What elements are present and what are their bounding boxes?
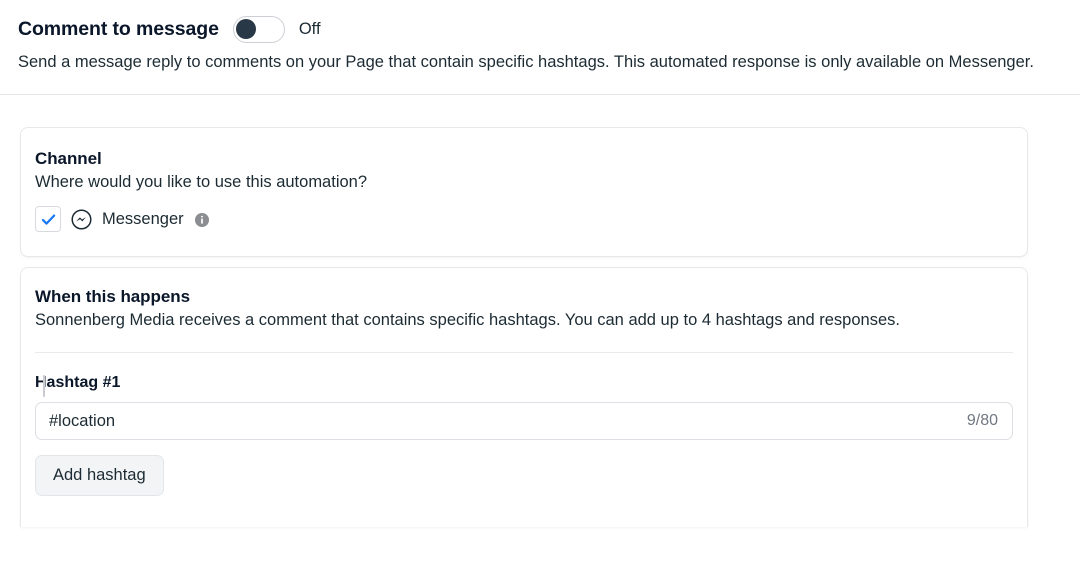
trigger-card-divider xyxy=(35,352,1013,353)
check-icon xyxy=(40,211,57,228)
page-title: Comment to message xyxy=(18,17,219,41)
channel-card-title: Channel xyxy=(35,148,1013,170)
channel-card: Channel Where would you like to use this… xyxy=(20,127,1028,257)
messenger-checkbox[interactable] xyxy=(35,206,61,232)
comment-to-message-toggle[interactable] xyxy=(233,16,285,43)
info-icon[interactable] xyxy=(195,213,209,227)
card-connector-line xyxy=(43,375,45,397)
trigger-card: When this happens Sonnenberg Media recei… xyxy=(20,267,1028,527)
hashtag-input[interactable]: #location xyxy=(49,411,967,431)
messenger-option-label: Messenger xyxy=(102,209,184,230)
hashtag-field-label: Hashtag #1 xyxy=(35,373,1013,393)
toggle-knob xyxy=(236,19,256,39)
header-title-row: Comment to message Off xyxy=(18,13,1062,45)
page-description: Send a message reply to comments on your… xyxy=(18,52,1062,73)
channel-option-row[interactable]: Messenger xyxy=(35,206,1013,232)
trigger-card-subtitle: Sonnenberg Media receives a comment that… xyxy=(35,310,1013,331)
channel-card-subtitle: Where would you like to use this automat… xyxy=(35,172,1013,193)
hashtag-character-counter: 9/80 xyxy=(967,411,998,431)
trigger-card-title: When this happens xyxy=(35,286,1013,308)
page-header: Comment to message Off Send a message re… xyxy=(0,0,1080,73)
add-hashtag-button[interactable]: Add hashtag xyxy=(35,455,164,496)
toggle-state-label: Off xyxy=(299,19,321,39)
hashtag-input-wrapper[interactable]: #location 9/80 xyxy=(35,402,1013,440)
automation-cards: Channel Where would you like to use this… xyxy=(0,95,1080,527)
messenger-icon xyxy=(71,209,92,230)
